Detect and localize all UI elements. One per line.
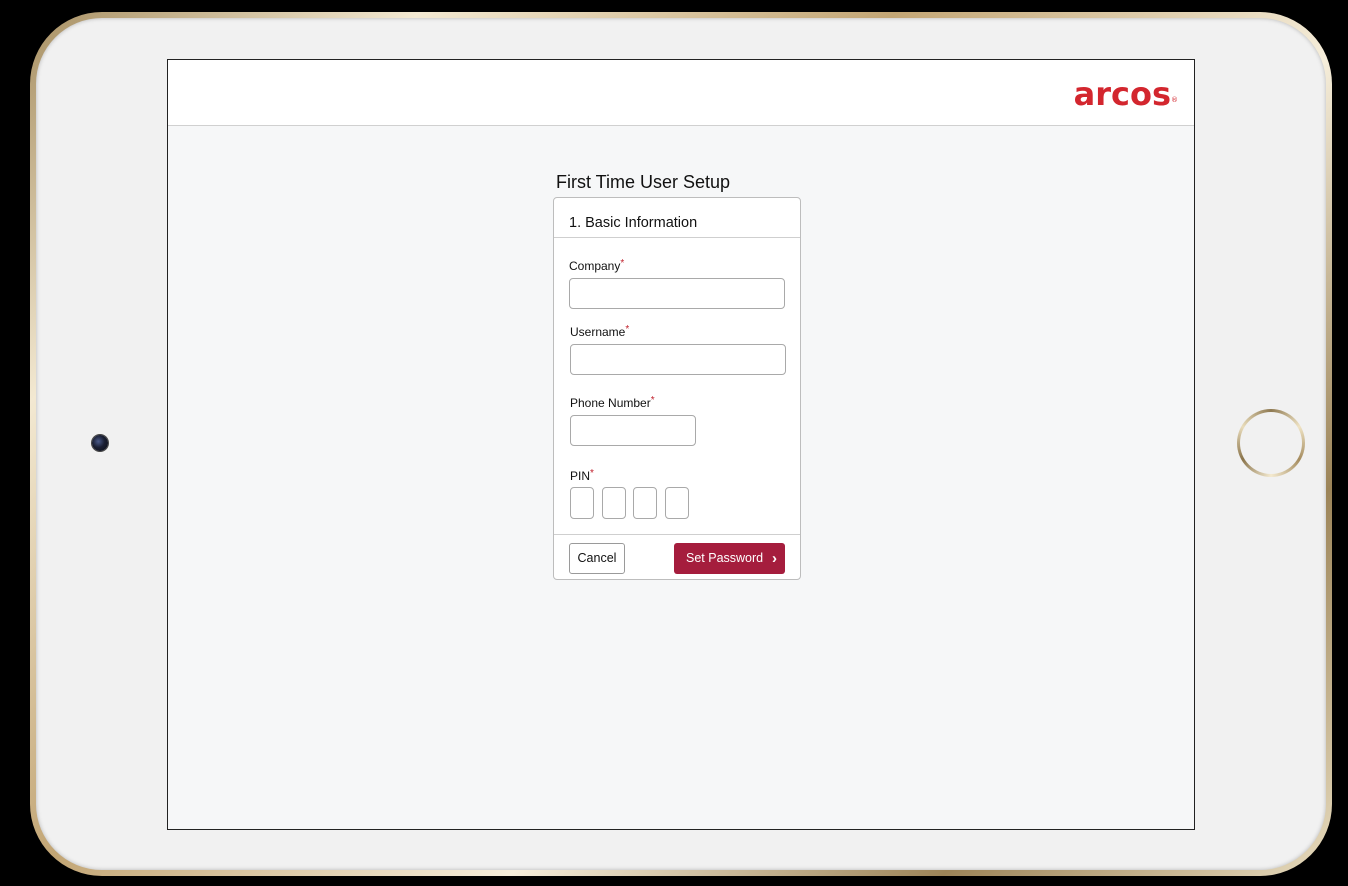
company-label: Company* — [569, 258, 625, 273]
company-input[interactable] — [569, 278, 785, 309]
pin-digit-3[interactable] — [633, 487, 657, 519]
pin-label: PIN* — [570, 468, 594, 483]
pin-digit-4[interactable] — [665, 487, 689, 519]
home-button[interactable] — [1237, 409, 1305, 477]
pin-digit-2[interactable] — [602, 487, 626, 519]
set-password-label: Set Password — [686, 551, 764, 565]
username-input[interactable] — [570, 344, 786, 375]
set-password-button[interactable]: Set Password › — [674, 543, 785, 574]
step-title: 1. Basic Information — [569, 215, 698, 231]
required-mark: * — [590, 468, 594, 479]
required-mark: * — [620, 258, 625, 269]
cancel-button[interactable]: Cancel — [569, 543, 625, 574]
phone-number-input[interactable] — [570, 415, 696, 446]
pin-digit-1[interactable] — [570, 487, 594, 519]
card-header: 1. Basic Information — [554, 198, 800, 238]
arcos-logo: arcos® — [1073, 75, 1178, 113]
phone-number-label: Phone Number* — [570, 395, 655, 410]
footer-divider — [554, 534, 800, 535]
top-bar: arcos® — [168, 60, 1194, 126]
setup-card: 1. Basic Information Company* Username* … — [553, 197, 801, 580]
app-screen: arcos® First Time User Setup 1. Basic In… — [167, 59, 1195, 830]
required-mark: * — [625, 324, 630, 335]
required-mark: * — [650, 395, 655, 406]
page-title: First Time User Setup — [556, 172, 731, 192]
chevron-right-icon: › — [772, 550, 777, 567]
camera-icon — [92, 435, 108, 451]
username-label: Username* — [570, 324, 630, 339]
